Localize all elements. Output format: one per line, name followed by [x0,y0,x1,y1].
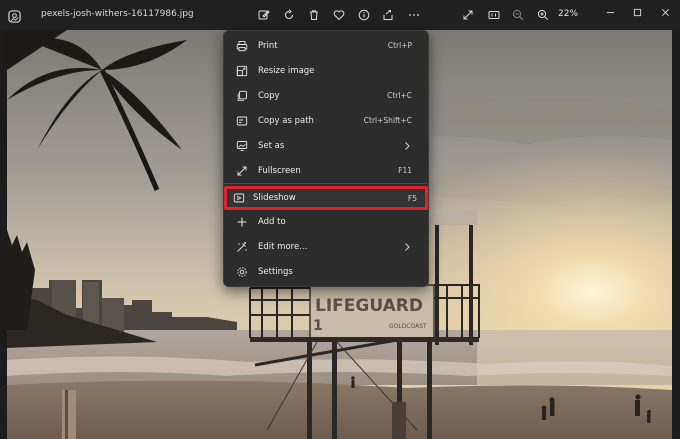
zoom-out-icon[interactable] [508,5,528,25]
menu-item-label: Print [258,41,278,51]
menu-item-label: Set as [258,141,285,151]
resize-icon [236,65,248,77]
menu-item-print[interactable]: Print Ctrl+P [228,35,426,57]
slideshow-icon [233,192,245,204]
shortcut-label: F5 [407,194,417,203]
minimize-button[interactable] [600,3,620,21]
menu-item-set-as[interactable]: Set as [228,135,426,157]
settings-icon [236,266,248,278]
menu-item-label: Copy as path [258,116,314,126]
zoom-in-icon[interactable] [533,5,553,25]
menu-item-label: Add to [258,217,286,227]
close-button[interactable] [655,3,675,21]
lifeguard-sign-text: LIFEGUARD [315,296,423,316]
favorite-icon[interactable] [329,5,349,25]
shortcut-label: Ctrl+Shift+C [363,116,412,125]
menu-item-resize-image[interactable]: Resize image [228,60,426,82]
menu-item-label: Edit more... [258,242,308,252]
shortcut-label: Ctrl+C [387,91,412,100]
chevron-right-icon [402,140,412,152]
lifeguard-sign-sub: GOLDCOAST [389,323,427,330]
fullscreen-icon [236,165,248,177]
actual-size-icon[interactable] [484,5,504,25]
file-name: pexels-josh-withers-16117986.jpg [41,9,194,19]
fullscreen-icon[interactable] [458,5,478,25]
shortcut-label: F11 [398,166,412,175]
edit-icon[interactable] [254,5,274,25]
menu-item-slideshow[interactable]: Slideshow F5 [224,186,428,210]
menu-item-add-to[interactable]: Add to [228,211,426,233]
share-icon[interactable] [378,5,398,25]
info-icon[interactable] [354,5,374,25]
lifeguard-sign-number: 1 [313,318,323,334]
shortcut-label: Ctrl+P [387,41,412,50]
copy-path-icon [236,115,248,127]
set-as-icon [236,140,248,152]
menu-item-edit-more[interactable]: Edit more... [228,236,426,258]
menu-item-copy-as-path[interactable]: Copy as path Ctrl+Shift+C [228,110,426,132]
copy-icon [236,90,248,102]
menu-item-copy[interactable]: Copy Ctrl+C [228,85,426,107]
menu-divider [224,183,428,184]
menu-item-label: Slideshow [253,193,296,203]
context-menu: Print Ctrl+P Resize image Copy Ctrl+C Co… [223,30,429,287]
menu-item-label: Fullscreen [258,166,301,176]
title-bar: pexels-josh-withers-16117986.jpg 22% [0,0,680,30]
chevron-right-icon [402,241,412,253]
print-icon [236,40,248,52]
delete-icon[interactable] [304,5,324,25]
edit-more-icon [236,241,248,253]
add-icon [236,216,248,228]
zoom-level[interactable]: 22% [558,9,578,19]
rotate-icon[interactable] [279,5,299,25]
menu-item-fullscreen[interactable]: Fullscreen F11 [228,160,426,182]
menu-item-label: Copy [258,91,280,101]
maximize-button[interactable] [627,3,647,21]
menu-item-label: Settings [258,267,293,277]
more-icon[interactable] [404,5,424,25]
menu-item-label: Resize image [258,66,315,76]
photos-app-icon [8,8,21,23]
menu-item-settings[interactable]: Settings [228,261,426,283]
